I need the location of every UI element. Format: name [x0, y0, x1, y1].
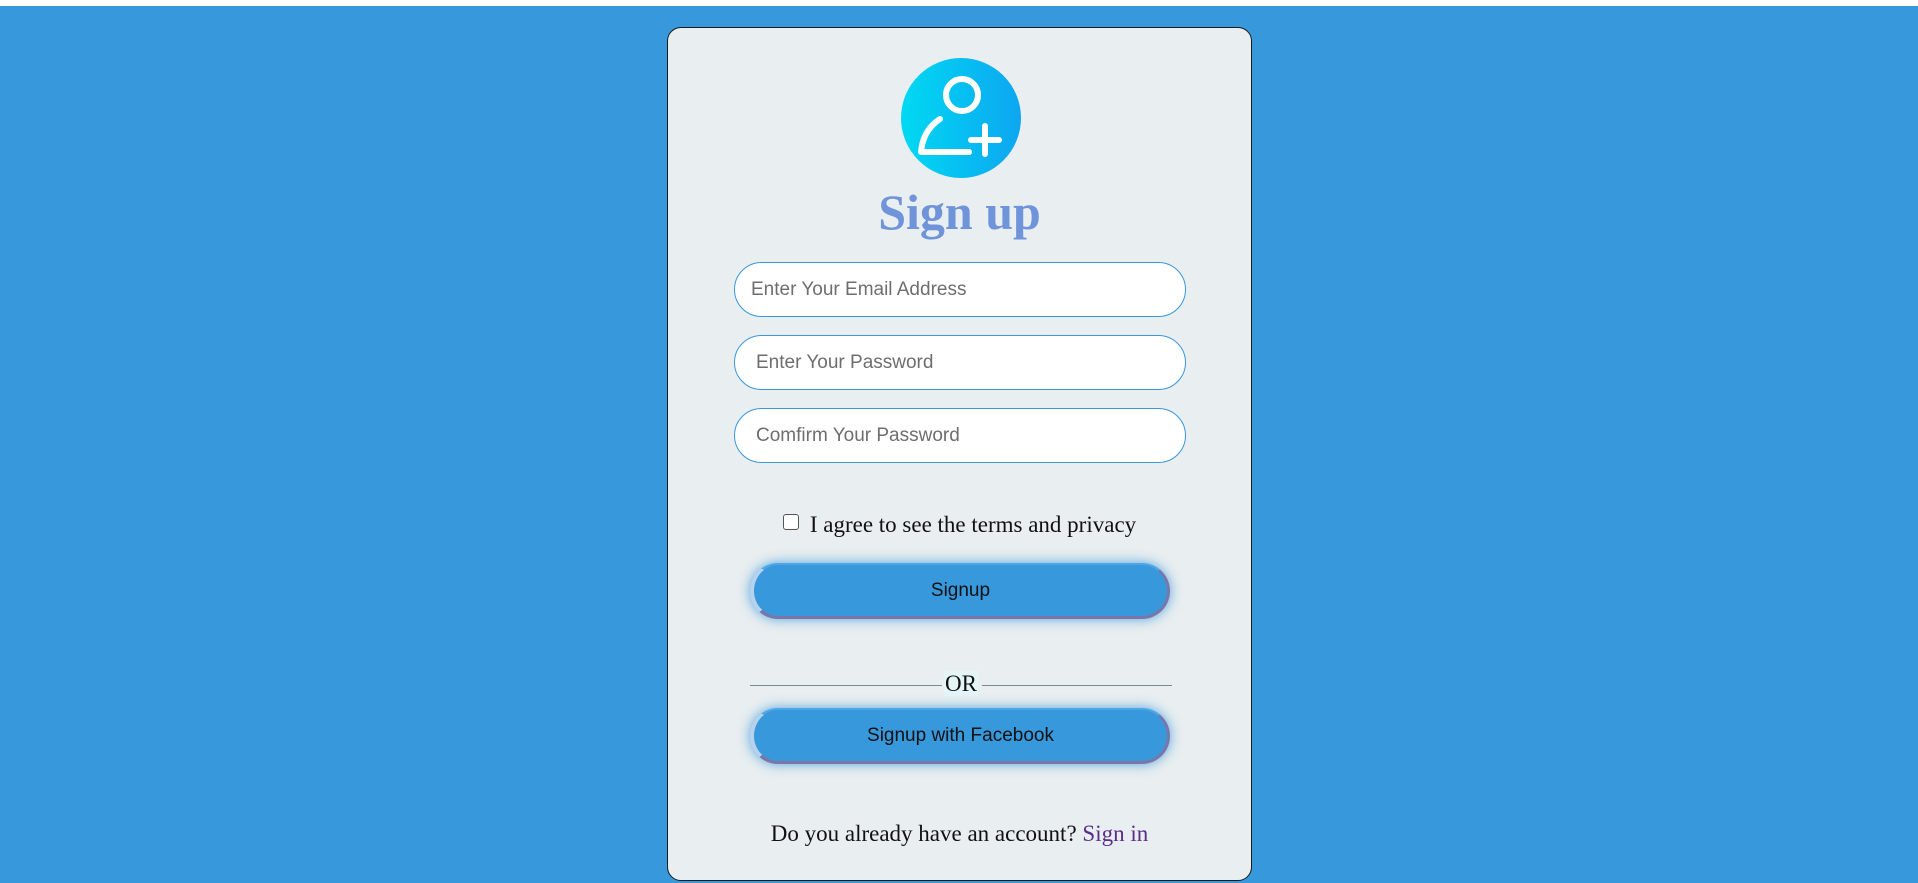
terms-agreement: I agree to see the terms and privacy	[668, 512, 1251, 538]
signup-card: Sign up I agree to see the terms and pri…	[667, 27, 1252, 881]
signin-prompt-text: Do you already have an account?	[770, 821, 1077, 846]
password-field[interactable]	[734, 335, 1186, 390]
page-background: Sign up I agree to see the terms and pri…	[0, 6, 1918, 883]
or-divider: OR	[750, 669, 1172, 699]
signin-link[interactable]: Sign in	[1082, 821, 1148, 846]
email-field[interactable]	[734, 262, 1186, 317]
facebook-signup-button[interactable]: Signup with Facebook	[750, 708, 1170, 764]
divider-label: OR	[944, 671, 978, 696]
signin-prompt: Do you already have an account? Sign in	[668, 821, 1251, 847]
terms-label: I agree to see the terms and privacy	[809, 512, 1137, 537]
terms-checkbox[interactable]	[782, 514, 799, 530]
confirm-password-field[interactable]	[734, 408, 1186, 463]
page-title: Sign up	[878, 184, 1041, 240]
user-plus-icon	[901, 58, 1021, 178]
signup-button[interactable]: Signup	[750, 563, 1170, 619]
